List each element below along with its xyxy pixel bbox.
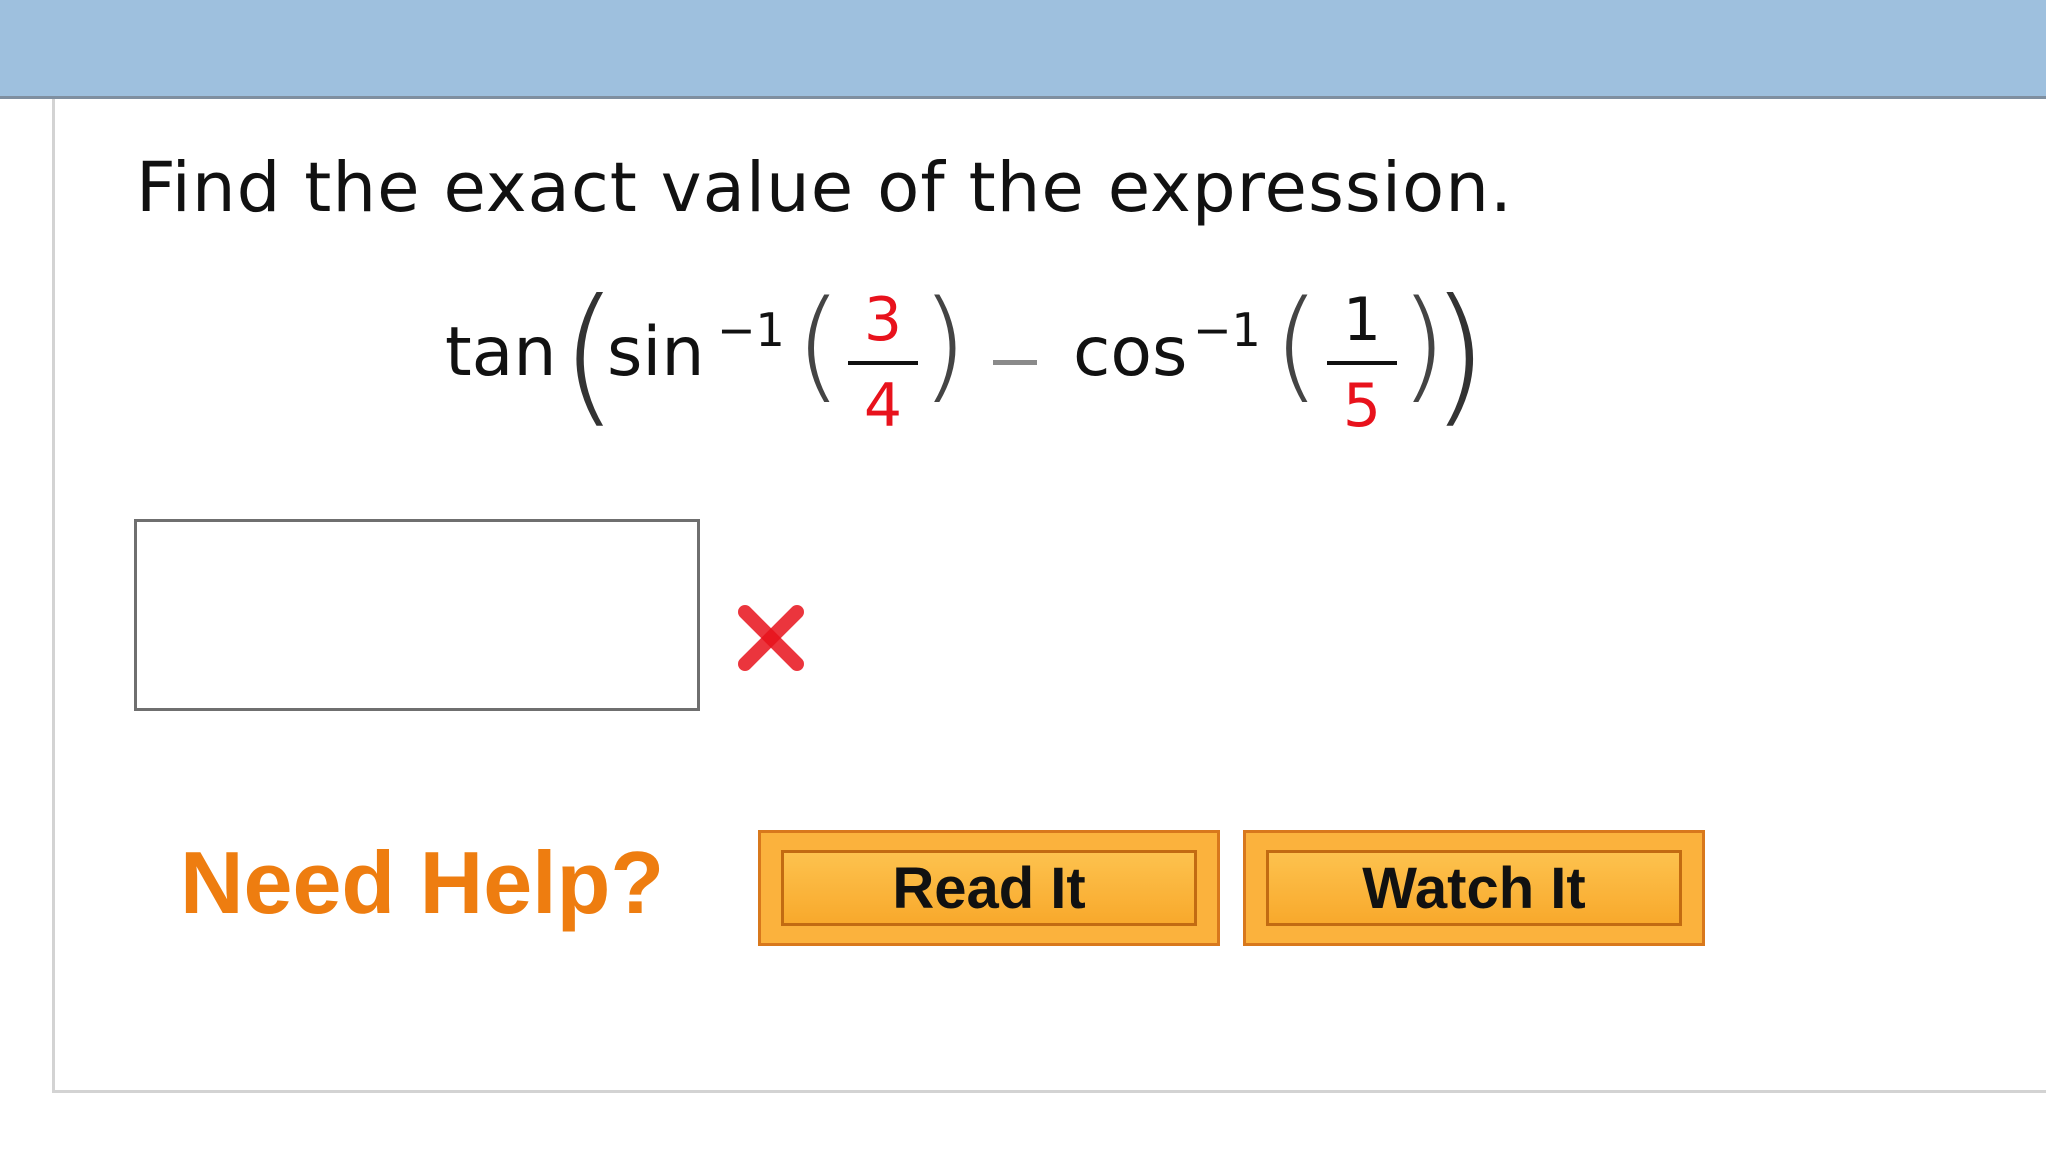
sin-exponent: −1	[717, 303, 785, 357]
frac2-bar	[1327, 361, 1397, 365]
answer-input[interactable]	[134, 519, 700, 711]
need-help-label: Need Help?	[180, 833, 665, 932]
tan-function: tan	[445, 313, 557, 392]
outer-close-paren: )	[1430, 268, 1489, 442]
frac1-numerator: 3	[863, 285, 903, 355]
cos-function: cos	[1073, 313, 1188, 392]
top-header-bar	[0, 0, 2046, 99]
cos-exponent: −1	[1193, 303, 1261, 357]
watch-it-label: Watch It	[1266, 850, 1682, 926]
sin-open-paren: (	[795, 276, 842, 415]
incorrect-x-icon	[738, 605, 804, 671]
read-it-button[interactable]: Read It	[758, 830, 1220, 946]
sin-function: sin	[607, 313, 705, 392]
sin-close-paren: )	[921, 276, 968, 415]
frac2-denominator: 5	[1342, 371, 1382, 441]
frac2-numerator: 1	[1342, 285, 1382, 355]
read-it-label: Read It	[781, 850, 1197, 926]
question-prompt: Find the exact value of the expression.	[136, 148, 1513, 228]
math-expression: tan ( sin −1 ( 3 4 ) cos −1 ( 1 5 ) )	[445, 268, 1489, 468]
watch-it-button[interactable]: Watch It	[1243, 830, 1705, 946]
frac1-bar	[848, 361, 918, 365]
cos-open-paren: (	[1273, 276, 1320, 415]
minus-operator	[993, 360, 1037, 365]
frac1-denominator: 4	[863, 371, 903, 441]
